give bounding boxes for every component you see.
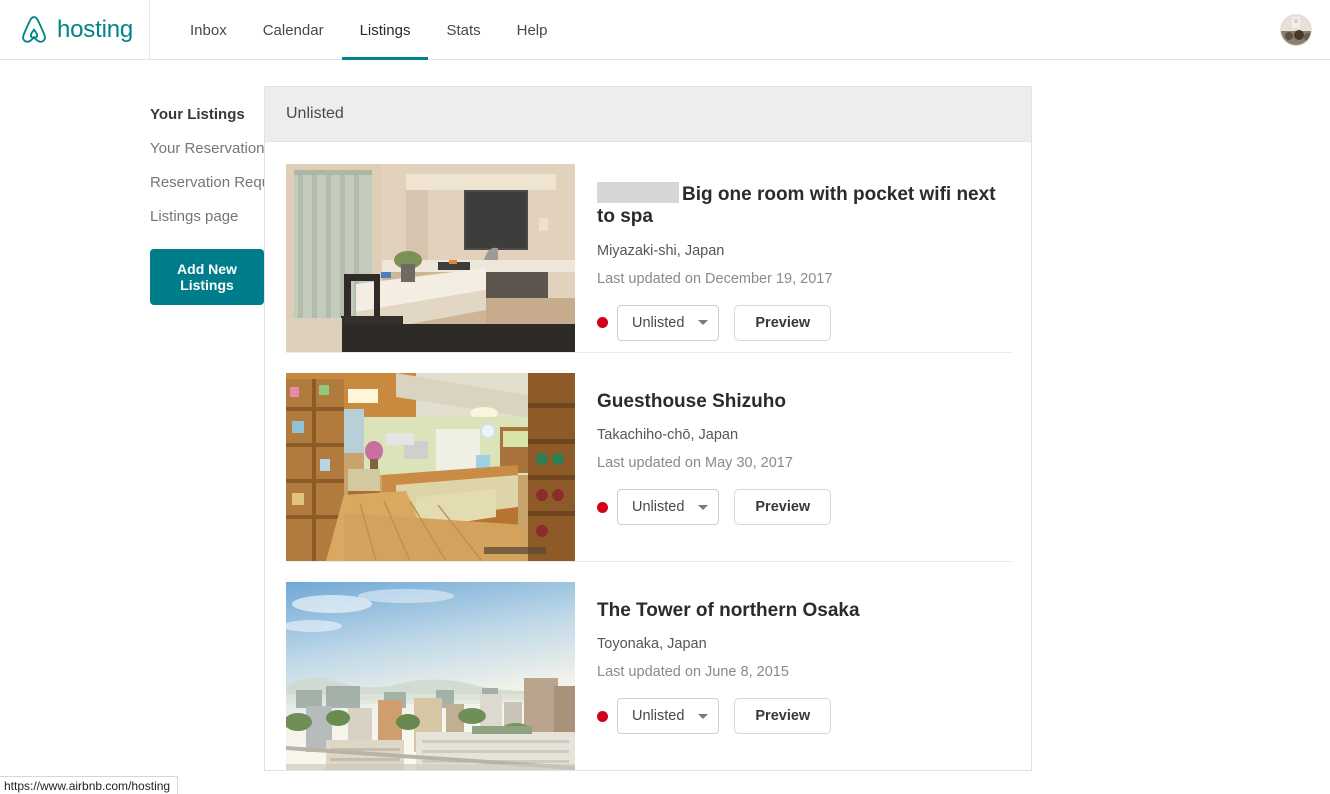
listing-controls: Unlisted Preview [597, 304, 1010, 341]
listing-status-value: Unlisted [632, 314, 685, 331]
airbnb-belo-icon [22, 16, 46, 43]
page-body: Your Listings Your Reservations Reservat… [0, 60, 1330, 794]
listing-last-updated: Last updated on May 30, 2017 [597, 455, 793, 472]
nav-item-listings[interactable]: Listings [341, 0, 429, 60]
listing-photo[interactable] [286, 373, 575, 561]
listing-title: Big one room with pocket wifi next to sp… [597, 182, 1010, 229]
listing-title-text: Guesthouse Shizuho [597, 391, 786, 412]
sidebar: Your Listings Your Reservations Reservat… [0, 86, 328, 794]
status-dot-icon [597, 710, 608, 722]
topbar-right-group [1280, 0, 1330, 59]
chevron-down-icon [698, 713, 709, 719]
brand-word: hosting [57, 16, 133, 43]
listing-last-updated: Last updated on June 8, 2015 [597, 664, 789, 681]
chevron-down-icon [698, 320, 709, 326]
listing-divider [286, 561, 1012, 562]
listing-location: Miyazaki-shi, Japan [597, 242, 725, 259]
nav-item-calendar[interactable]: Calendar [245, 0, 342, 60]
listing-status-value: Unlisted [632, 708, 685, 725]
redacted-title-block [597, 182, 679, 203]
nav-item-help[interactable]: Help [499, 0, 566, 60]
listing-location: Takachiho-chō, Japan [597, 427, 739, 444]
status-dot-icon [597, 317, 608, 329]
city-skyline-view-photo [286, 582, 575, 770]
listing-status-dropdown[interactable]: Unlisted [617, 304, 720, 341]
sidebar-item-your-listings[interactable]: Your Listings [150, 98, 264, 132]
listing-title: The Tower of northern Osaka [597, 600, 1010, 622]
nav-item-stats[interactable]: Stats [428, 0, 498, 60]
status-dot-icon [597, 501, 608, 513]
sidebar-item-reservation-requirements[interactable]: Reservation Requirements [150, 166, 328, 200]
listing-info: The Tower of northern Osaka Toyonaka, Ja… [575, 582, 1010, 770]
listing-info: Guesthouse Shizuho Takachiho-chō, Japan … [575, 373, 1010, 561]
apartment-kitchen-counter-photo [286, 164, 575, 352]
avatar[interactable] [1280, 13, 1312, 46]
sidebar-item-your-reservations[interactable]: Your Reservations [150, 132, 272, 166]
browser-status-bar: https://www.airbnb.com/hosting [0, 776, 179, 794]
listings-panel: Unlisted Big one room with pocket wifi n… [264, 86, 1032, 771]
listing-status-dropdown[interactable]: Unlisted [617, 489, 720, 526]
add-new-listings-button[interactable]: Add New Listings [150, 249, 264, 305]
preview-button[interactable]: Preview [734, 489, 832, 526]
top-navigation-bar: hosting Inbox Calendar Listings Stats He… [0, 0, 1330, 60]
listing-photo[interactable] [286, 164, 575, 352]
listing-controls: Unlisted Preview [597, 698, 1010, 735]
nav-item-inbox[interactable]: Inbox [172, 0, 245, 60]
listing-row: The Tower of northern Osaka Toyonaka, Ja… [265, 561, 1031, 770]
listing-photo[interactable] [286, 582, 575, 770]
listing-location: Toyonaka, Japan [597, 636, 707, 653]
preview-button[interactable]: Preview [734, 698, 832, 735]
guesthouse-interior-photo [286, 373, 575, 561]
preview-button[interactable]: Preview [734, 304, 832, 341]
listing-row: Guesthouse Shizuho Takachiho-chō, Japan … [265, 352, 1031, 561]
listing-last-updated: Last updated on December 19, 2017 [597, 270, 833, 287]
listing-controls: Unlisted Preview [597, 489, 1010, 526]
listing-divider [286, 352, 1012, 353]
chevron-down-icon [698, 504, 709, 510]
listing-row: Big one room with pocket wifi next to sp… [265, 142, 1031, 352]
listing-title: Guesthouse Shizuho [597, 391, 1010, 413]
listing-status-dropdown[interactable]: Unlisted [617, 698, 720, 735]
avatar-photo-icon [1281, 14, 1311, 45]
listing-title-text: The Tower of northern Osaka [597, 600, 860, 621]
sidebar-item-listings-page[interactable]: Listings page [150, 200, 264, 234]
section-header-unlisted: Unlisted [265, 87, 1031, 142]
brand-logo: hosting [20, 15, 133, 45]
listing-info: Big one room with pocket wifi next to sp… [575, 164, 1010, 352]
listing-status-value: Unlisted [632, 499, 685, 516]
brand-home-link[interactable]: hosting [0, 0, 150, 60]
main-nav: Inbox Calendar Listings Stats Help [172, 0, 566, 60]
